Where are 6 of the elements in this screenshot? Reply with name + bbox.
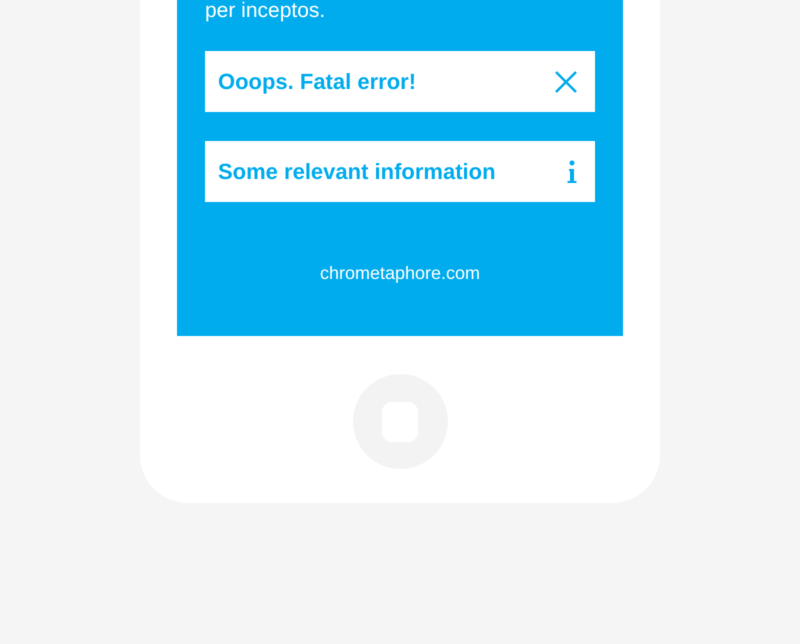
close-icon[interactable]	[554, 70, 578, 94]
footer-link[interactable]: chrometaphore.com	[320, 260, 480, 287]
intro-text: per inceptos.	[205, 0, 326, 22]
alert-message: Some relevant information	[218, 158, 496, 186]
alert-message: Ooops. Fatal error!	[218, 68, 416, 96]
info-icon	[566, 160, 578, 184]
